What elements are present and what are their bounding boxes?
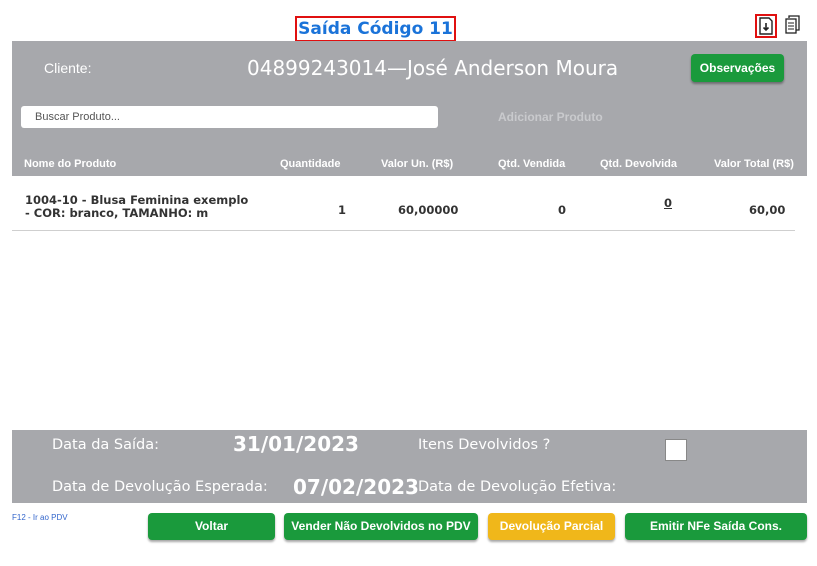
itens-devolvidos-label: Itens Devolvidos ?	[418, 437, 551, 453]
cell-product-name: 1004-10 - Blusa Feminina exemplo - COR: …	[25, 193, 249, 220]
observacoes-button[interactable]: Observações	[691, 54, 784, 82]
emitir-nfe-button[interactable]: Emitir NFe Saída Cons.	[625, 513, 807, 540]
search-product-input[interactable]	[21, 106, 438, 128]
data-dev-esperada-label: Data de Devolução Esperada:	[52, 479, 268, 495]
data-saida-value: 31/01/2023	[233, 432, 359, 456]
devolucao-parcial-button[interactable]: Devolução Parcial	[488, 513, 615, 540]
download-icon[interactable]	[755, 14, 777, 38]
cell-quantidade: 1	[338, 203, 347, 217]
add-product-button[interactable]: Adicionar Produto	[498, 110, 603, 124]
th-quantidade: Quantidade	[280, 158, 341, 170]
copy-icon[interactable]	[783, 14, 805, 38]
cell-valor-total: 60,00	[749, 203, 786, 217]
voltar-button[interactable]: Voltar	[148, 513, 275, 540]
table-header: Nome do Produto Quantidade Valor Un. (R$…	[12, 146, 807, 176]
th-nome-produto: Nome do Produto	[24, 158, 117, 170]
th-qtd-vendida: Qtd. Vendida	[498, 158, 566, 170]
page-title: Saída Código 11	[295, 16, 456, 42]
itens-devolvidos-checkbox[interactable]	[665, 439, 687, 461]
f12-hint: F12 - Ir ao PDV	[12, 513, 68, 522]
th-qtd-devolvida: Qtd. Devolvida	[600, 158, 678, 170]
client-name: 04899243014—José Anderson Moura	[247, 56, 619, 80]
vender-nao-devolvidos-button[interactable]: Vender Não Devolvidos no PDV	[284, 513, 478, 540]
client-label: Cliente:	[44, 60, 92, 76]
cell-qtd-vendida: 0	[558, 203, 567, 217]
cell-qtd-devolvida-link[interactable]: 0	[664, 196, 672, 210]
th-valor-un: Valor Un. (R$)	[381, 158, 454, 170]
cell-valor-un: 60,00000	[398, 203, 459, 217]
data-dev-efetiva-label: Data de Devolução Efetiva:	[418, 479, 617, 495]
data-saida-label: Data da Saída:	[52, 437, 160, 453]
data-dev-esperada-value: 07/02/2023	[293, 475, 419, 499]
th-valor-total: Valor Total (R$)	[714, 158, 794, 170]
row-divider	[12, 230, 795, 231]
